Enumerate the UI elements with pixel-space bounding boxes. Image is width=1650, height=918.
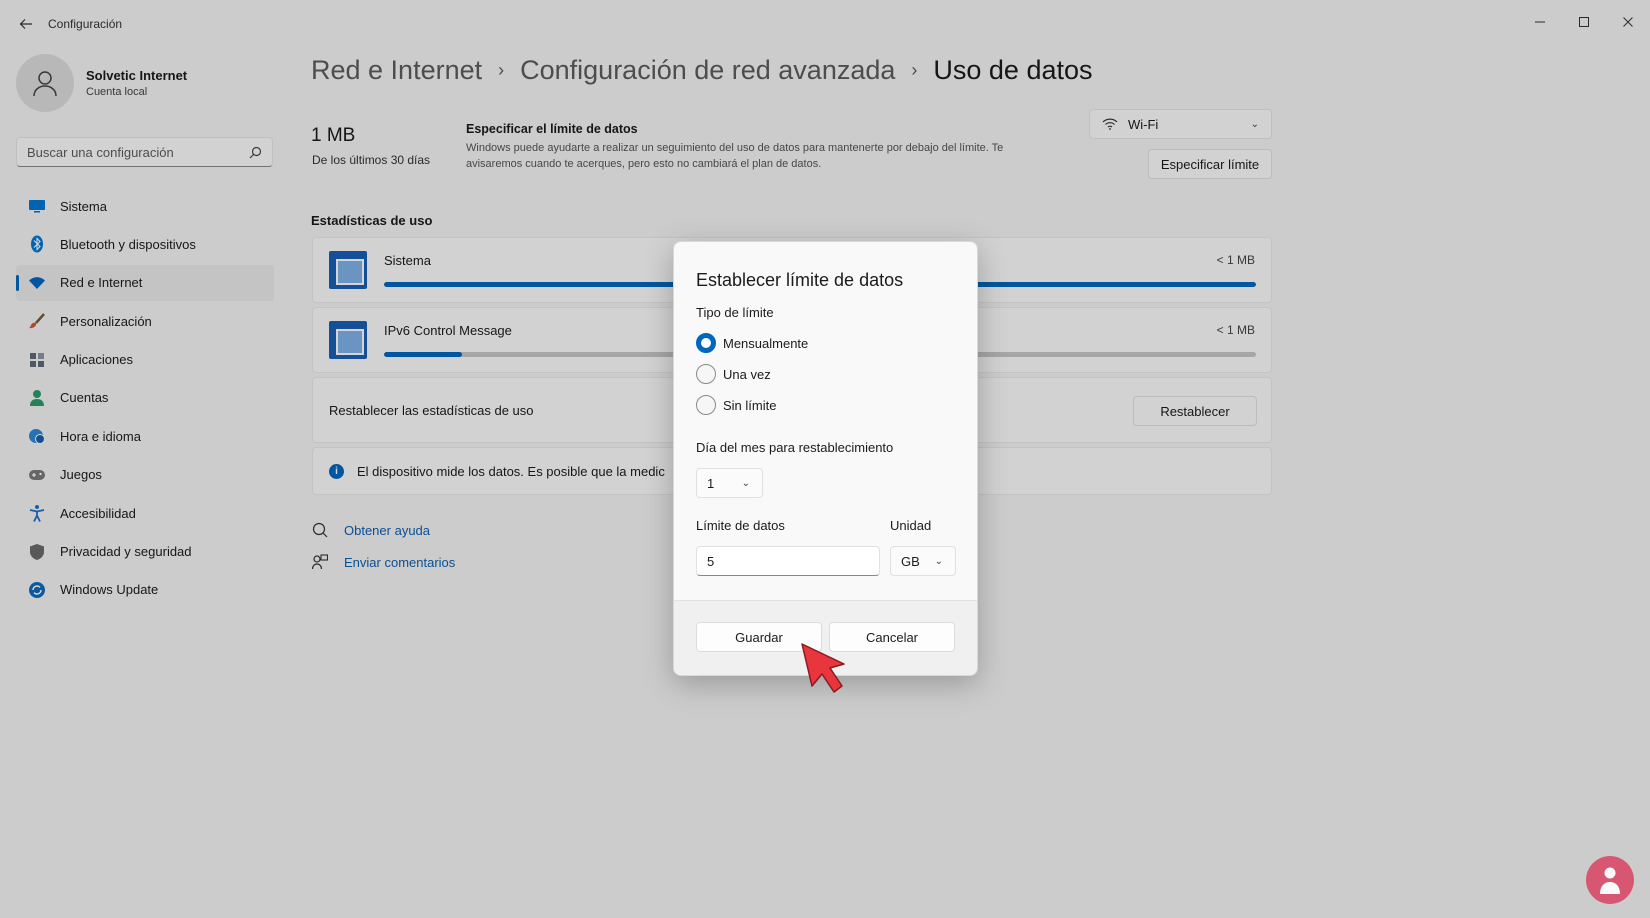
unit-select[interactable]: GB ⌄ — [890, 546, 956, 576]
radio-button[interactable] — [696, 364, 716, 384]
radio-mensualmente[interactable]: Mensualmente — [696, 333, 808, 353]
data-limit-label: Límite de datos — [696, 518, 785, 533]
reset-day-label: Día del mes para restablecimiento — [696, 440, 894, 455]
data-limit-dialog: Establecer límite de datos Tipo de límit… — [673, 241, 978, 676]
radio-label: Mensualmente — [723, 335, 809, 351]
dialog-title: Establecer límite de datos — [696, 270, 904, 290]
chevron-down-icon: ⌄ — [741, 477, 750, 489]
unit-label: Unidad — [890, 518, 932, 533]
unit-value: GB — [901, 553, 920, 569]
radio-label: Sin límite — [723, 397, 777, 413]
radio-button[interactable] — [696, 395, 716, 415]
radio-label: Una vez — [723, 366, 771, 382]
radio-button-checked[interactable] — [696, 333, 716, 353]
watermark-logo — [1586, 856, 1634, 904]
chevron-down-icon: ⌄ — [934, 555, 943, 567]
data-limit-value: 5 — [707, 553, 715, 569]
limit-type-label: Tipo de límite — [696, 305, 774, 320]
person-silhouette-icon — [1600, 867, 1620, 894]
reset-day-select[interactable]: 1 ⌄ — [696, 468, 763, 498]
radio-una-vez[interactable]: Una vez — [696, 364, 771, 384]
data-limit-input[interactable]: 5 — [696, 546, 880, 576]
radio-sin-limite[interactable]: Sin límite — [696, 395, 776, 415]
cursor-arrow-icon — [801, 643, 845, 693]
reset-day-value: 1 — [707, 475, 715, 491]
